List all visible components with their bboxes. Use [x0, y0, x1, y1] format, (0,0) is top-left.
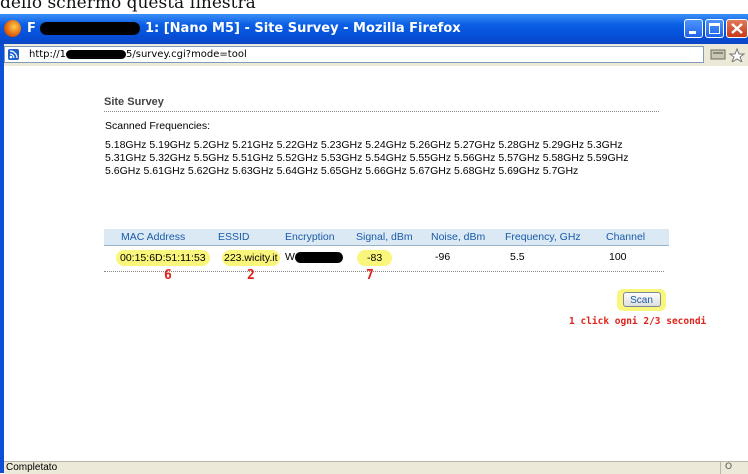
url-prefix: http://1 [29, 49, 66, 60]
page-content: Site Survey Scanned Frequencies: 5.18GHz… [4, 66, 748, 461]
scan-highlight: Scan [617, 289, 666, 311]
table-row: 00:15:6D:51:11:53 223.wicity.it W -83 -9… [104, 246, 669, 266]
status-text: Completato [6, 462, 58, 473]
scanned-frequencies-label: Scanned Frequencies: [105, 120, 211, 132]
cell-mac: 00:15:6D:51:11:53 [116, 250, 210, 266]
close-icon[interactable] [726, 19, 748, 38]
rss-icon [8, 49, 19, 60]
page-title: Site Survey [104, 96, 659, 112]
table-header: MAC Address ESSID Encryption Signal, dBm… [104, 229, 669, 246]
cell-signal: -83 [357, 250, 393, 266]
minimize-icon[interactable] [684, 19, 703, 38]
bookmark-star-icon[interactable] [728, 47, 746, 64]
annotation-mac: 6 [164, 268, 172, 283]
header-frequency[interactable]: Frequency, GHz [505, 230, 581, 244]
annotation-signal: 7 [366, 268, 374, 283]
header-encryption[interactable]: Encryption [285, 230, 335, 244]
cell-encryption: W [285, 250, 343, 264]
maximize-icon[interactable] [705, 19, 724, 38]
row-divider [104, 271, 664, 272]
status-right-indicator: O [720, 461, 748, 474]
header-mac[interactable]: MAC Address [121, 230, 185, 244]
firefox-icon [4, 20, 21, 37]
header-signal[interactable]: Signal, dBm [356, 230, 413, 244]
redacted-mark [294, 251, 343, 263]
title-bar[interactable]: F 1: [Nano M5] - Site Survey - Mozilla F… [0, 14, 748, 44]
window-title: F 1: [Nano M5] - Site Survey - Mozilla F… [27, 20, 461, 38]
page-icon[interactable] [710, 47, 746, 64]
address-bar: http://1 5/survey.cgi?mode=tool [4, 44, 748, 67]
cell-frequency: 5.5 [510, 251, 525, 263]
survey-table: MAC Address ESSID Encryption Signal, dBm… [104, 229, 669, 266]
title-prefix: F [27, 21, 36, 36]
status-bar: Completato O [4, 461, 748, 474]
annotation-essid: 2 [247, 268, 255, 283]
scan-note: 1 click ogni 2/3 secondi [569, 316, 707, 327]
title-suffix: 1: [Nano M5] - Site Survey - Mozilla Fir… [144, 21, 461, 36]
cell-channel: 100 [609, 251, 627, 263]
cell-essid: 223.wicity.it [222, 250, 280, 266]
header-channel[interactable]: Channel [606, 230, 645, 244]
browser-window: F 1: [Nano M5] - Site Survey - Mozilla F… [0, 14, 748, 474]
header-essid[interactable]: ESSID [218, 230, 250, 244]
encryption-prefix: W [285, 251, 295, 263]
url-input[interactable]: http://1 5/survey.cgi?mode=tool [4, 46, 704, 63]
caption-text: dello schermo questa finestra [0, 0, 256, 13]
redacted-mark [40, 22, 141, 35]
scan-button[interactable]: Scan [622, 292, 661, 307]
cell-noise: -96 [435, 251, 451, 263]
redacted-mark [66, 49, 126, 59]
toolbar-right-icons [710, 47, 746, 66]
frequency-list: 5.18GHz 5.19GHz 5.2GHz 5.21GHz 5.22GHz 5… [105, 139, 629, 177]
header-noise[interactable]: Noise, dBm [431, 230, 485, 244]
url-suffix: 5/survey.cgi?mode=tool [126, 49, 247, 60]
